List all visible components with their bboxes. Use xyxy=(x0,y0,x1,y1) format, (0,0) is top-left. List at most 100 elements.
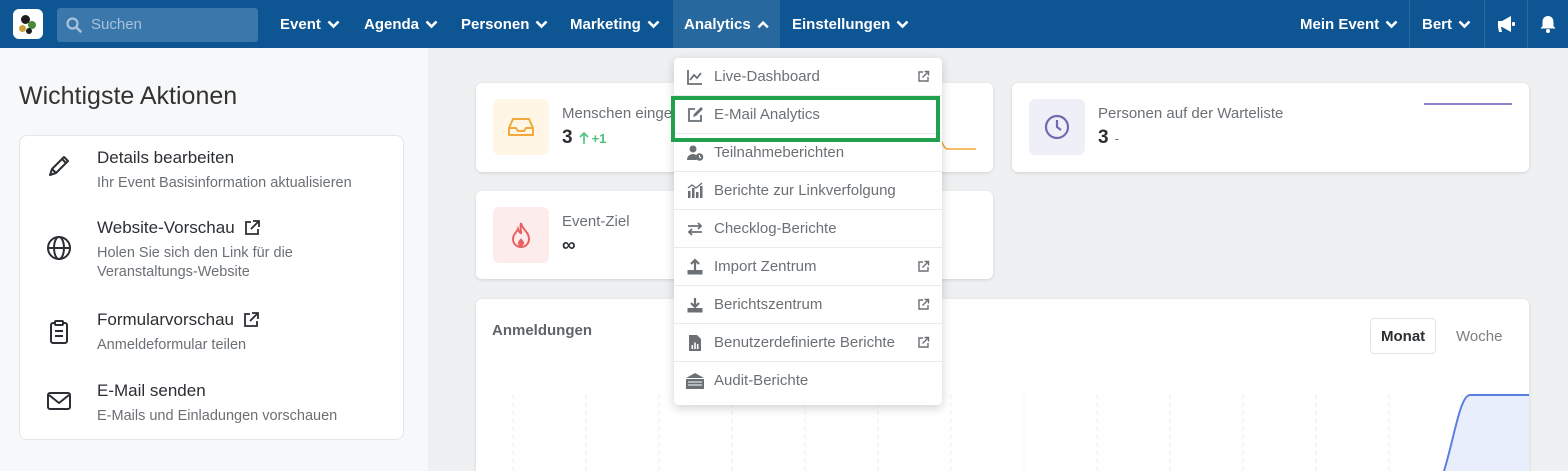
search-input[interactable]: Suchen xyxy=(57,8,258,42)
chart-area xyxy=(1444,395,1529,471)
sparkline xyxy=(1424,103,1512,105)
action-form-preview[interactable]: Formularvorschau Anmeldeformular teilen xyxy=(20,298,405,368)
bar-chart-icon xyxy=(687,182,703,198)
external-link-icon xyxy=(244,220,260,235)
nav-item-label: Marketing xyxy=(570,15,641,33)
stat-label: Event-Ziel xyxy=(562,213,630,230)
action-description: Anmeldeformular teilen xyxy=(97,337,247,353)
menu-item-link-tracking[interactable]: Berichte zur Linkverfolgung xyxy=(674,172,942,210)
nav-divider xyxy=(1409,0,1410,48)
chevron-up-icon xyxy=(757,20,769,28)
chevron-down-icon xyxy=(1458,20,1471,28)
action-description: Ihr Event Basisinformation aktualisieren xyxy=(97,175,352,191)
action-edit-details[interactable]: Details bearbeiten Ihr Event Basisinform… xyxy=(20,136,405,206)
stat-icon-box xyxy=(493,99,549,155)
nav-item-mein-event[interactable]: Mein Event xyxy=(1289,0,1409,48)
download-icon xyxy=(687,298,703,313)
stat-label: Menschen einge xyxy=(562,105,673,122)
delta-value: - xyxy=(1114,130,1119,146)
menu-item-label: Benutzerdefinierte Berichte xyxy=(714,334,895,351)
nav-item-label: Mein Event xyxy=(1300,15,1380,33)
external-link-icon xyxy=(918,260,930,272)
inbox-icon xyxy=(508,118,534,136)
pencil-icon xyxy=(49,156,69,176)
envelope-icon xyxy=(47,392,71,410)
flame-icon xyxy=(511,222,531,249)
stat-value: ∞ xyxy=(562,235,576,257)
globe-icon xyxy=(47,236,71,260)
menu-item-report-center[interactable]: Berichtszentrum xyxy=(674,286,942,324)
megaphone-icon xyxy=(1498,16,1515,32)
external-link-icon xyxy=(918,70,930,82)
nav-item-label: Einstellungen xyxy=(792,15,891,33)
nav-item-event[interactable]: Event xyxy=(269,0,351,48)
stat-icon-box xyxy=(493,207,549,263)
nav-item-label: Event xyxy=(280,15,321,33)
app-logo[interactable] xyxy=(13,9,43,39)
external-link-icon xyxy=(244,312,259,327)
nav-item-label: Agenda xyxy=(364,15,420,33)
action-website-preview[interactable]: Website-Vorschau Holen Sie sich den Link… xyxy=(20,206,405,296)
menu-item-checklog[interactable]: Checklog-Berichte xyxy=(674,210,942,248)
line-chart-icon xyxy=(687,70,702,85)
stat-number: 3 xyxy=(1098,127,1109,148)
chevron-down-icon xyxy=(425,20,438,28)
nav-item-marketing[interactable]: Marketing xyxy=(559,0,671,48)
email-analytics-highlight xyxy=(671,96,940,142)
stat-value: 3 - xyxy=(1098,127,1119,149)
chevron-down-icon xyxy=(535,20,548,28)
announcements-button[interactable] xyxy=(1486,0,1526,48)
search-icon xyxy=(66,17,82,33)
chevron-down-icon xyxy=(1385,20,1398,28)
action-description: E-Mails und Einladungen vorschauen xyxy=(97,408,338,424)
toggle-week[interactable]: Woche xyxy=(1446,318,1512,354)
nav-item-label: Analytics xyxy=(684,15,751,33)
actions-list: Details bearbeiten Ihr Event Basisinform… xyxy=(19,135,404,440)
nav-divider xyxy=(1484,0,1485,48)
nav-item-personen[interactable]: Personen xyxy=(450,0,559,48)
nav-item-user[interactable]: Bert xyxy=(1411,0,1482,48)
nav-item-agenda[interactable]: Agenda xyxy=(353,0,449,48)
user-clock-icon xyxy=(687,145,704,161)
action-title: E-Mail senden xyxy=(97,381,206,400)
external-link-icon xyxy=(918,336,930,348)
menu-item-label: Checklog-Berichte xyxy=(714,220,837,237)
stat-number: 3 xyxy=(562,127,573,148)
stat-number: ∞ xyxy=(562,235,576,256)
action-title: Website-Vorschau xyxy=(97,218,235,237)
chevron-down-icon xyxy=(647,20,660,28)
menu-item-live-dashboard[interactable]: Live-Dashboard xyxy=(674,58,942,96)
action-description: Holen Sie sich den Link für die Veransta… xyxy=(97,245,293,280)
chevron-down-icon xyxy=(896,20,909,28)
stat-delta: +1 xyxy=(579,131,606,146)
toggle-month[interactable]: Monat xyxy=(1370,318,1437,354)
menu-item-label: Audit-Berichte xyxy=(714,372,809,389)
report-file-icon xyxy=(689,335,701,351)
nav-item-analytics[interactable]: Analytics xyxy=(673,0,780,48)
action-send-email[interactable]: E-Mail senden E-Mails und Einladungen vo… xyxy=(20,369,405,439)
arrow-up-icon xyxy=(579,131,589,144)
bell-icon xyxy=(1540,16,1556,33)
registrations-chart-card: Anmeldungen Monat Woche xyxy=(476,299,1529,471)
menu-item-custom-reports[interactable]: Benutzerdefinierte Berichte xyxy=(674,324,942,362)
search-placeholder: Suchen xyxy=(91,16,142,33)
notifications-button[interactable] xyxy=(1529,0,1567,48)
menu-item-import-center[interactable]: Import Zentrum xyxy=(674,248,942,286)
stat-label: Personen auf der Warteliste xyxy=(1098,105,1284,122)
external-link-icon xyxy=(918,298,930,310)
menu-item-label: Berichte zur Linkverfolgung xyxy=(714,182,896,199)
panel-title: Wichtigste Aktionen xyxy=(19,82,238,110)
menu-item-label: Teilnahmeberichten xyxy=(714,144,845,161)
clock-icon xyxy=(1044,114,1070,140)
top-navbar: Suchen Event Agenda Personen Marketing A… xyxy=(0,0,1568,48)
menu-item-label: Berichtszentrum xyxy=(714,296,823,313)
nav-item-label: Personen xyxy=(461,15,530,33)
registrations-chart xyxy=(512,394,1529,471)
menu-item-label: Live-Dashboard xyxy=(714,68,820,85)
archive-icon xyxy=(686,373,704,389)
nav-divider xyxy=(1527,0,1528,48)
nav-item-einstellungen[interactable]: Einstellungen xyxy=(781,0,920,48)
chart-title: Anmeldungen xyxy=(492,322,592,339)
arrows-exchange-icon xyxy=(687,222,703,236)
menu-item-audit-reports[interactable]: Audit-Berichte xyxy=(674,362,942,400)
